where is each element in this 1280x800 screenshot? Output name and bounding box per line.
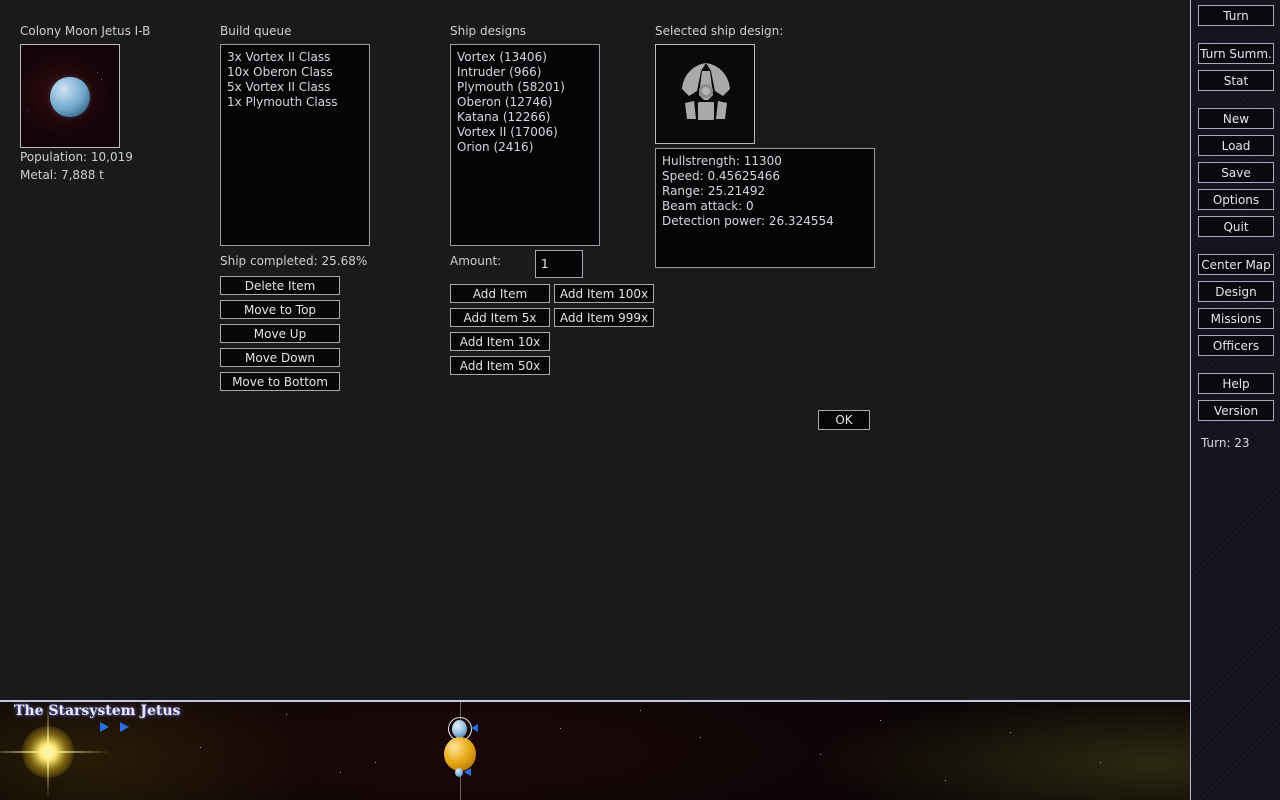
amount-label: Amount: <box>450 254 502 268</box>
metal-label: Metal: 7,888 t <box>20 168 104 182</box>
list-item[interactable]: 1x Plymouth Class <box>227 95 363 110</box>
star-dot <box>286 714 287 715</box>
stat-range: Range: 25.21492 <box>662 184 766 198</box>
fleet-marker-arrow[interactable] <box>120 722 129 732</box>
planet-body-blue-moon-lower[interactable] <box>455 768 463 777</box>
add-item-5x-button[interactable]: Add Item 5x <box>450 308 550 327</box>
list-item[interactable]: 3x Vortex II Class <box>227 50 363 65</box>
sun-ray-vertical <box>47 706 49 798</box>
spaceship-icon <box>682 63 730 120</box>
list-item[interactable]: 5x Vortex II Class <box>227 80 363 95</box>
ship-designs-list[interactable]: Vortex (13406) Intruder (966) Plymouth (… <box>450 44 600 246</box>
fleet-marker-arrow[interactable] <box>471 724 478 732</box>
star-dot <box>1010 732 1011 733</box>
colony-title: Colony Moon Jetus I-B <box>20 24 151 38</box>
colony-build-panel: Colony Moon Jetus I-B Population: 10,019… <box>0 0 1190 700</box>
list-item[interactable]: Plymouth (58201) <box>457 80 593 95</box>
list-item[interactable]: Oberon (12746) <box>457 95 593 110</box>
add-item-10x-button[interactable]: Add Item 10x <box>450 332 550 351</box>
amount-input[interactable] <box>535 250 583 278</box>
stat-button[interactable]: Stat <box>1198 70 1274 91</box>
list-item[interactable]: 10x Oberon Class <box>227 65 363 80</box>
build-queue-list[interactable]: 3x Vortex II Class 10x Oberon Class 5x V… <box>220 44 370 246</box>
turn-summary-button[interactable]: Turn Summ. <box>1198 43 1274 64</box>
add-item-50x-button[interactable]: Add Item 50x <box>450 356 550 375</box>
stat-hullstrength: Hullstrength: 11300 <box>662 154 782 168</box>
move-to-top-button[interactable]: Move to Top <box>220 300 340 319</box>
center-map-button[interactable]: Center Map <box>1198 254 1274 275</box>
selected-ship-stats: Hullstrength: 11300 Speed: 0.45625466 Ra… <box>655 148 875 268</box>
stat-beam-attack: Beam attack: 0 <box>662 199 754 213</box>
turn-counter: Turn: 23 <box>1201 436 1250 450</box>
ship-completed-progress: Ship completed: 25.68% <box>220 254 368 268</box>
list-item[interactable]: Intruder (966) <box>457 65 593 80</box>
help-button[interactable]: Help <box>1198 373 1274 394</box>
missions-button[interactable]: Missions <box>1198 308 1274 329</box>
add-item-999x-button[interactable]: Add Item 999x <box>554 308 654 327</box>
ship-designs-label: Ship designs <box>450 24 527 38</box>
add-item-button[interactable]: Add Item <box>450 284 550 303</box>
star-dot <box>640 710 641 711</box>
dust-speck <box>26 110 28 112</box>
list-item[interactable]: Orion (2416) <box>457 140 593 155</box>
add-item-100x-button[interactable]: Add Item 100x <box>554 284 654 303</box>
save-button[interactable]: Save <box>1198 162 1274 183</box>
star-dot <box>560 728 561 729</box>
star-dot <box>700 737 701 738</box>
move-to-bottom-button[interactable]: Move to Bottom <box>220 372 340 391</box>
fleet-marker-arrow[interactable] <box>464 768 471 776</box>
sun-ray-horizontal <box>0 751 110 753</box>
planet-thumbnail <box>20 44 120 148</box>
stat-speed: Speed: 0.45625466 <box>662 169 781 183</box>
list-item[interactable]: Vortex II (17006) <box>457 125 593 140</box>
build-queue-label: Build queue <box>220 24 292 38</box>
selected-ship-thumbnail <box>655 44 755 144</box>
fleet-marker-arrow[interactable] <box>100 722 109 732</box>
officers-button[interactable]: Officers <box>1198 335 1274 356</box>
planet-body-orange-planet[interactable] <box>444 737 476 771</box>
design-button[interactable]: Design <box>1198 281 1274 302</box>
dust-speck <box>97 71 99 73</box>
star-dot <box>820 754 821 755</box>
stat-detection-power: Detection power: 26.324554 <box>662 214 834 228</box>
star-dot <box>340 772 341 773</box>
load-button[interactable]: Load <box>1198 135 1274 156</box>
new-button[interactable]: New <box>1198 108 1274 129</box>
star-dot <box>1100 762 1101 763</box>
right-sidebar: Turn Turn Summ. Stat New Load Save Optio… <box>1190 0 1280 800</box>
starsystem-view[interactable]: The Starsystem Jetus <box>0 700 1190 800</box>
move-up-button[interactable]: Move Up <box>220 324 340 343</box>
selected-ship-design-label: Selected ship design: <box>655 24 784 38</box>
quit-button[interactable]: Quit <box>1198 216 1274 237</box>
dust-speck <box>101 78 103 80</box>
star-dot <box>200 747 201 748</box>
app-root: Colony Moon Jetus I-B Population: 10,019… <box>0 0 1280 800</box>
population-label: Population: 10,019 <box>20 150 133 164</box>
planet-sphere-icon <box>50 76 90 118</box>
star-dot <box>880 720 881 721</box>
starsystem-title: The Starsystem Jetus <box>14 703 181 719</box>
star-dot <box>375 762 376 763</box>
list-item[interactable]: Vortex (13406) <box>457 50 593 65</box>
version-button[interactable]: Version <box>1198 400 1274 421</box>
list-item[interactable]: Katana (12266) <box>457 110 593 125</box>
move-down-button[interactable]: Move Down <box>220 348 340 367</box>
star-dot <box>945 780 946 781</box>
delete-item-button[interactable]: Delete Item <box>220 276 340 295</box>
options-button[interactable]: Options <box>1198 189 1274 210</box>
turn-button[interactable]: Turn <box>1198 5 1274 26</box>
ok-button[interactable]: OK <box>818 410 870 430</box>
